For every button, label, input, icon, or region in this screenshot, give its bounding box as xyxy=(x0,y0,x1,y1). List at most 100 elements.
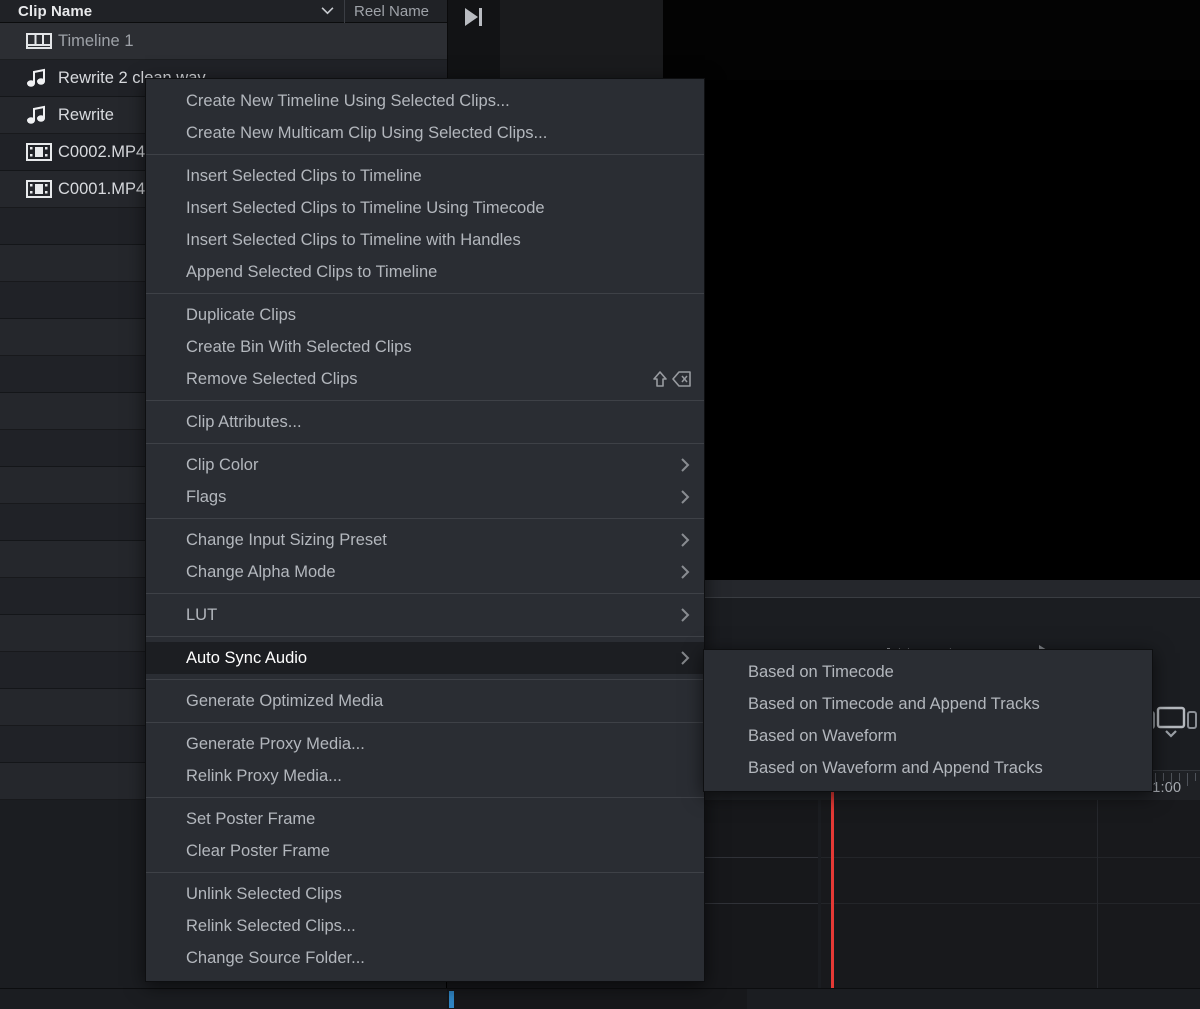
menu-item-label: Remove Selected Clips xyxy=(186,370,358,389)
menu-item-label: Insert Selected Clips to Timeline Using … xyxy=(186,199,545,218)
audio-note-icon xyxy=(26,105,58,125)
menu-separator xyxy=(146,593,704,594)
chevron-down-icon[interactable] xyxy=(321,6,334,15)
menu-item[interactable]: Clip Color xyxy=(146,449,704,481)
menu-item[interactable]: LUT xyxy=(146,599,704,631)
menu-item-label: Insert Selected Clips to Timeline with H… xyxy=(186,231,521,250)
menu-item-label: Append Selected Clips to Timeline xyxy=(186,263,437,282)
menu-item[interactable]: Relink Proxy Media... xyxy=(146,760,704,792)
menu-item-label: Based on Timecode xyxy=(748,663,894,682)
menu-separator xyxy=(146,293,704,294)
menu-separator xyxy=(146,679,704,680)
menu-item-label: Based on Timecode and Append Tracks xyxy=(748,695,1040,714)
menu-item[interactable]: Based on Waveform xyxy=(704,720,1152,752)
menu-item-label: Auto Sync Audio xyxy=(186,649,307,668)
menu-item[interactable]: Insert Selected Clips to Timeline xyxy=(146,160,704,192)
clip-context-menu[interactable]: Create New Timeline Using Selected Clips… xyxy=(145,78,705,982)
menu-separator xyxy=(146,518,704,519)
list-item-label: C0001.MP4 xyxy=(58,180,145,199)
menu-item-label: Based on Waveform xyxy=(748,727,897,746)
chevron-right-icon xyxy=(680,458,690,472)
menu-item[interactable]: Clip Attributes... xyxy=(146,406,704,438)
menu-item[interactable]: Change Source Folder... xyxy=(146,942,704,974)
column-label: Clip Name xyxy=(18,3,92,20)
menu-item-label: Change Source Folder... xyxy=(186,949,365,968)
chevron-right-icon xyxy=(680,533,690,547)
chevron-right-icon xyxy=(680,651,690,665)
video-film-icon xyxy=(26,143,58,161)
menu-item[interactable]: Create New Timeline Using Selected Clips… xyxy=(146,85,704,117)
menu-item[interactable]: Unlink Selected Clips xyxy=(146,878,704,910)
column-header-reel-name[interactable]: Reel Name xyxy=(345,3,447,20)
bottom-bar xyxy=(0,988,1200,1009)
menu-separator xyxy=(146,636,704,637)
menu-item-label: Create Bin With Selected Clips xyxy=(186,338,412,357)
timeline-marker[interactable] xyxy=(449,991,454,1008)
menu-item-label: Create New Timeline Using Selected Clips… xyxy=(186,92,510,111)
list-item-label: Timeline 1 xyxy=(58,32,134,51)
list-item-label: C0002.MP4 xyxy=(58,143,145,162)
menu-item-label: Duplicate Clips xyxy=(186,306,296,325)
audio-note-icon xyxy=(26,68,58,88)
menu-item-label: Create New Multicam Clip Using Selected … xyxy=(186,124,547,143)
menu-item[interactable]: Create New Multicam Clip Using Selected … xyxy=(146,117,704,149)
menu-separator xyxy=(146,797,704,798)
chevron-right-icon xyxy=(680,490,690,504)
app-root: 00 01:00:00:00 01:00 xyxy=(0,0,1200,1009)
menu-item-label: LUT xyxy=(186,606,217,625)
menu-item[interactable]: Based on Timecode and Append Tracks xyxy=(704,688,1152,720)
menu-item-label: Set Poster Frame xyxy=(186,810,315,829)
bottom-bar-mid xyxy=(447,989,747,1009)
shortcut-hint xyxy=(652,370,692,388)
bottom-bar-left xyxy=(0,989,447,1009)
menu-item-label: Relink Proxy Media... xyxy=(186,767,342,786)
menu-item-label: Flags xyxy=(186,488,226,507)
menu-item-label: Generate Optimized Media xyxy=(186,692,383,711)
menu-item-label: Change Alpha Mode xyxy=(186,563,336,582)
menu-item-label: Insert Selected Clips to Timeline xyxy=(186,167,422,186)
menu-item[interactable]: Based on Waveform and Append Tracks xyxy=(704,752,1152,784)
list-item[interactable]: Timeline 1 xyxy=(0,23,447,60)
chevron-right-icon xyxy=(680,608,690,622)
column-header-clip-name[interactable]: Clip Name xyxy=(0,0,345,23)
menu-separator xyxy=(146,443,704,444)
menu-item-label: Change Input Sizing Preset xyxy=(186,531,387,550)
menu-item[interactable]: Flags xyxy=(146,481,704,513)
menu-item[interactable]: Set Poster Frame xyxy=(146,803,704,835)
menu-item-label: Unlink Selected Clips xyxy=(186,885,342,904)
menu-separator xyxy=(146,722,704,723)
timeline-icon xyxy=(26,33,58,49)
auto-sync-audio-submenu[interactable]: Based on Timecode Based on Timecode and A… xyxy=(703,649,1153,792)
menu-item[interactable]: Based on Timecode xyxy=(704,656,1152,688)
media-pool-header: Clip Name Reel Name xyxy=(0,0,447,23)
menu-item[interactable]: Change Input Sizing Preset xyxy=(146,524,704,556)
menu-item[interactable]: Generate Proxy Media... xyxy=(146,728,704,760)
menu-item-label: Based on Waveform and Append Tracks xyxy=(748,759,1043,778)
menu-item-label: Clip Attributes... xyxy=(186,413,302,432)
menu-item-label: Generate Proxy Media... xyxy=(186,735,365,754)
delete-key-icon xyxy=(672,370,692,388)
skip-to-end-button[interactable] xyxy=(448,0,500,80)
menu-item[interactable]: Remove Selected Clips xyxy=(146,363,704,395)
video-film-icon xyxy=(26,180,58,198)
menu-item-label: Clear Poster Frame xyxy=(186,842,330,861)
menu-item[interactable]: Duplicate Clips xyxy=(146,299,704,331)
list-item-label: Rewrite xyxy=(58,106,114,125)
menu-item[interactable]: Change Alpha Mode xyxy=(146,556,704,588)
menu-item[interactable]: Clear Poster Frame xyxy=(146,835,704,867)
playhead[interactable] xyxy=(831,770,834,989)
menu-item-label: Relink Selected Clips... xyxy=(186,917,356,936)
timeline-tracks[interactable] xyxy=(821,800,1200,1009)
menu-item[interactable]: Auto Sync Audio xyxy=(146,642,704,674)
menu-item[interactable]: Insert Selected Clips to Timeline Using … xyxy=(146,192,704,224)
menu-item[interactable]: Create Bin With Selected Clips xyxy=(146,331,704,363)
menu-separator xyxy=(146,872,704,873)
menu-item[interactable]: Insert Selected Clips to Timeline with H… xyxy=(146,224,704,256)
menu-separator xyxy=(146,400,704,401)
menu-item[interactable]: Generate Optimized Media xyxy=(146,685,704,717)
viewer-thumbnail-area xyxy=(500,0,663,80)
chevron-right-icon xyxy=(680,565,690,579)
shift-key-icon xyxy=(652,370,668,388)
menu-item[interactable]: Relink Selected Clips... xyxy=(146,910,704,942)
menu-item[interactable]: Append Selected Clips to Timeline xyxy=(146,256,704,288)
